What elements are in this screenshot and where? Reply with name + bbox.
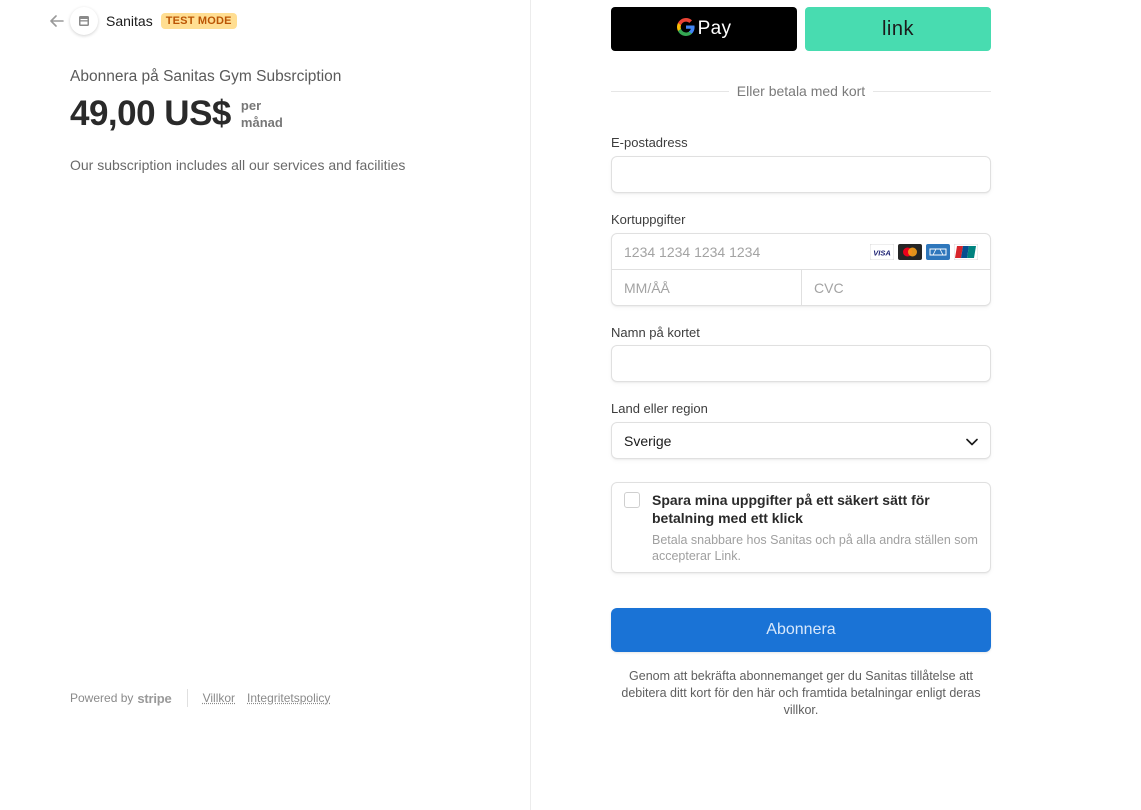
card-cvc-input[interactable] <box>802 270 991 306</box>
card-expiry-wrapper <box>612 270 802 306</box>
terms-text: Genom att bekräfta abonnemanget ger du S… <box>621 669 981 717</box>
brand-name: Sanitas <box>106 13 153 29</box>
chevron-down-icon <box>966 433 978 449</box>
terms-link[interactable]: Villkor <box>203 691 235 705</box>
save-info-title: Spara mina uppgifter på ett säkert sätt … <box>652 492 930 526</box>
powered-by-text: Powered by <box>70 691 134 705</box>
payment-pane: Pay link Eller betala med kort E-postadr… <box>531 0 1141 810</box>
save-info-subtitle: Betala snabbare hos Sanitas och på alla … <box>652 533 978 563</box>
name-field-wrapper <box>611 345 991 382</box>
order-summary-pane: Sanitas TEST MODE Abonnera på Sanitas Gy… <box>0 0 531 810</box>
or-divider: Eller betala med kort <box>611 83 991 99</box>
link-pay-button[interactable]: link <box>805 7 991 51</box>
billing-period: per månad <box>241 97 283 131</box>
country-value: Sverige <box>624 432 672 449</box>
name-on-card-field[interactable] <box>612 346 990 381</box>
back-arrow-icon[interactable] <box>48 12 66 30</box>
google-pay-label: Pay <box>697 18 732 39</box>
stripe-logo: stripe <box>137 690 172 706</box>
product-title: Abonnera på Sanitas Gym Subsrciption <box>70 68 342 85</box>
email-label: E-postadress <box>611 135 688 150</box>
powered-by-stripe[interactable]: Powered by stripe <box>70 691 172 706</box>
product-description: Our subscription includes all our servic… <box>70 157 406 173</box>
link-logo: link <box>881 17 914 40</box>
country-label: Land eller region <box>611 401 708 416</box>
country-select[interactable]: Sverige <box>611 422 991 459</box>
google-pay-button[interactable]: Pay <box>611 7 797 51</box>
test-mode-badge: TEST MODE <box>160 13 237 29</box>
card-label: Kortuppgifter <box>611 212 686 227</box>
footer: Powered by stripe Villkor Integritetspol… <box>70 689 342 707</box>
google-g-icon <box>676 17 695 41</box>
period-line-1: per <box>240 98 262 113</box>
card-expiry-input[interactable] <box>612 270 801 306</box>
name-label: Namn på kortet <box>611 325 700 340</box>
mastercard-icon <box>898 244 922 260</box>
email-field-wrapper <box>611 156 991 193</box>
store-icon <box>70 7 98 35</box>
price-row: 49,00 US$ per månad <box>70 94 283 134</box>
save-info-checkbox[interactable] <box>624 492 640 508</box>
card-brand-logos: VISA <box>869 243 979 261</box>
email-field[interactable] <box>612 157 990 192</box>
unionpay-icon <box>953 243 979 261</box>
amex-icon <box>926 244 950 260</box>
divider-text: Eller betala med kort <box>736 83 866 99</box>
period-line-2: månad <box>240 115 283 130</box>
subscribe-button[interactable]: Abonnera <box>611 608 991 652</box>
topbar: Sanitas TEST MODE <box>48 6 237 36</box>
price-amount: 49,00 US$ <box>70 94 231 133</box>
footer-divider <box>186 689 188 707</box>
visa-icon: VISA <box>869 243 895 261</box>
card-details-group: VISA <box>611 233 991 306</box>
express-checkout: Pay link <box>611 7 991 51</box>
card-number-wrapper: VISA <box>612 234 990 270</box>
svg-text:VISA: VISA <box>873 249 891 258</box>
privacy-link[interactable]: Integritetspolicy <box>247 691 330 705</box>
card-cvc-wrapper <box>802 270 991 306</box>
save-info-box: Spara mina uppgifter på ett säkert sätt … <box>611 482 991 573</box>
